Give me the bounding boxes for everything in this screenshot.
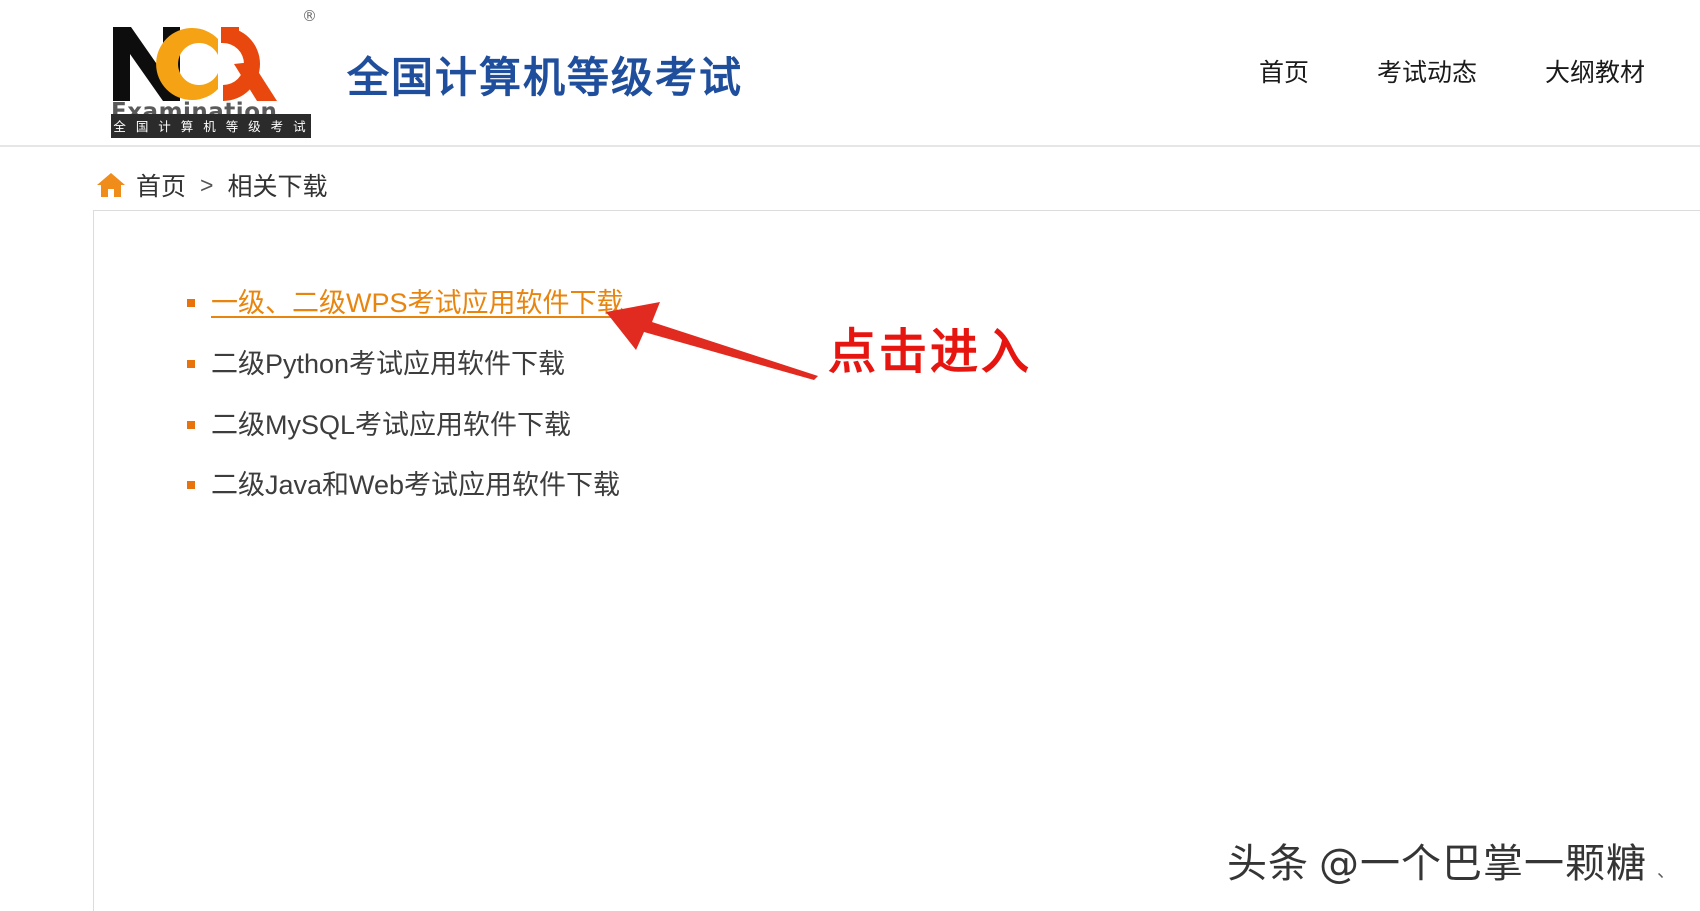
watermark: 头条 @一个巴掌一颗糖 、 <box>1227 831 1676 889</box>
square-bullet-icon <box>187 299 195 307</box>
list-item: 二级Java和Web考试应用软件下载 <box>187 467 1700 505</box>
logo-caption-bar: 全 国 计 算 机 等 级 考 试 <box>111 113 311 138</box>
brand-block[interactable]: Examination ® 全 国 计 算 机 等 级 考 试 全国计算机等级考… <box>97 7 743 139</box>
download-link-mysql[interactable]: 二级MySQL考试应用软件下载 <box>211 407 571 445</box>
download-link-python[interactable]: 二级Python考试应用软件下载 <box>211 346 565 384</box>
square-bullet-icon <box>187 359 195 368</box>
watermark-platform: 头条 <box>1227 841 1309 887</box>
breadcrumb-current-page: 相关下载 <box>227 173 328 201</box>
home-icon[interactable] <box>96 172 126 198</box>
download-link-wps[interactable]: 一级、二级WPS考试应用软件下载 <box>211 285 624 323</box>
nav-item-home[interactable]: 首页 <box>1259 58 1309 88</box>
site-title: 全国计算机等级考试 <box>347 54 744 101</box>
breadcrumb-home-link[interactable]: 首页 <box>136 167 186 203</box>
breadcrumb-separator: > <box>200 171 214 198</box>
annotation-label: 点击进入 <box>828 324 1033 380</box>
nav-item-syllabus[interactable]: 大纲教材 <box>1545 58 1645 88</box>
site-header: Examination ® 全 国 计 算 机 等 级 考 试 全国计算机等级考… <box>0 0 1700 147</box>
watermark-tail: 、 <box>1657 861 1676 882</box>
nav-item-news[interactable]: 考试动态 <box>1377 58 1477 88</box>
square-bullet-icon <box>187 481 195 490</box>
square-bullet-icon <box>187 420 195 429</box>
main-nav: 首页 考试动态 大纲教材 <box>1259 58 1645 88</box>
watermark-handle: @一个巴掌一颗糖 <box>1319 841 1647 887</box>
registered-mark: ® <box>302 6 317 25</box>
download-link-java-web[interactable]: 二级Java和Web考试应用软件下载 <box>211 467 620 505</box>
ncre-logo[interactable]: Examination ® 全 国 计 算 机 等 级 考 试 <box>97 7 325 139</box>
list-item: 二级MySQL考试应用软件下载 <box>187 407 1700 445</box>
